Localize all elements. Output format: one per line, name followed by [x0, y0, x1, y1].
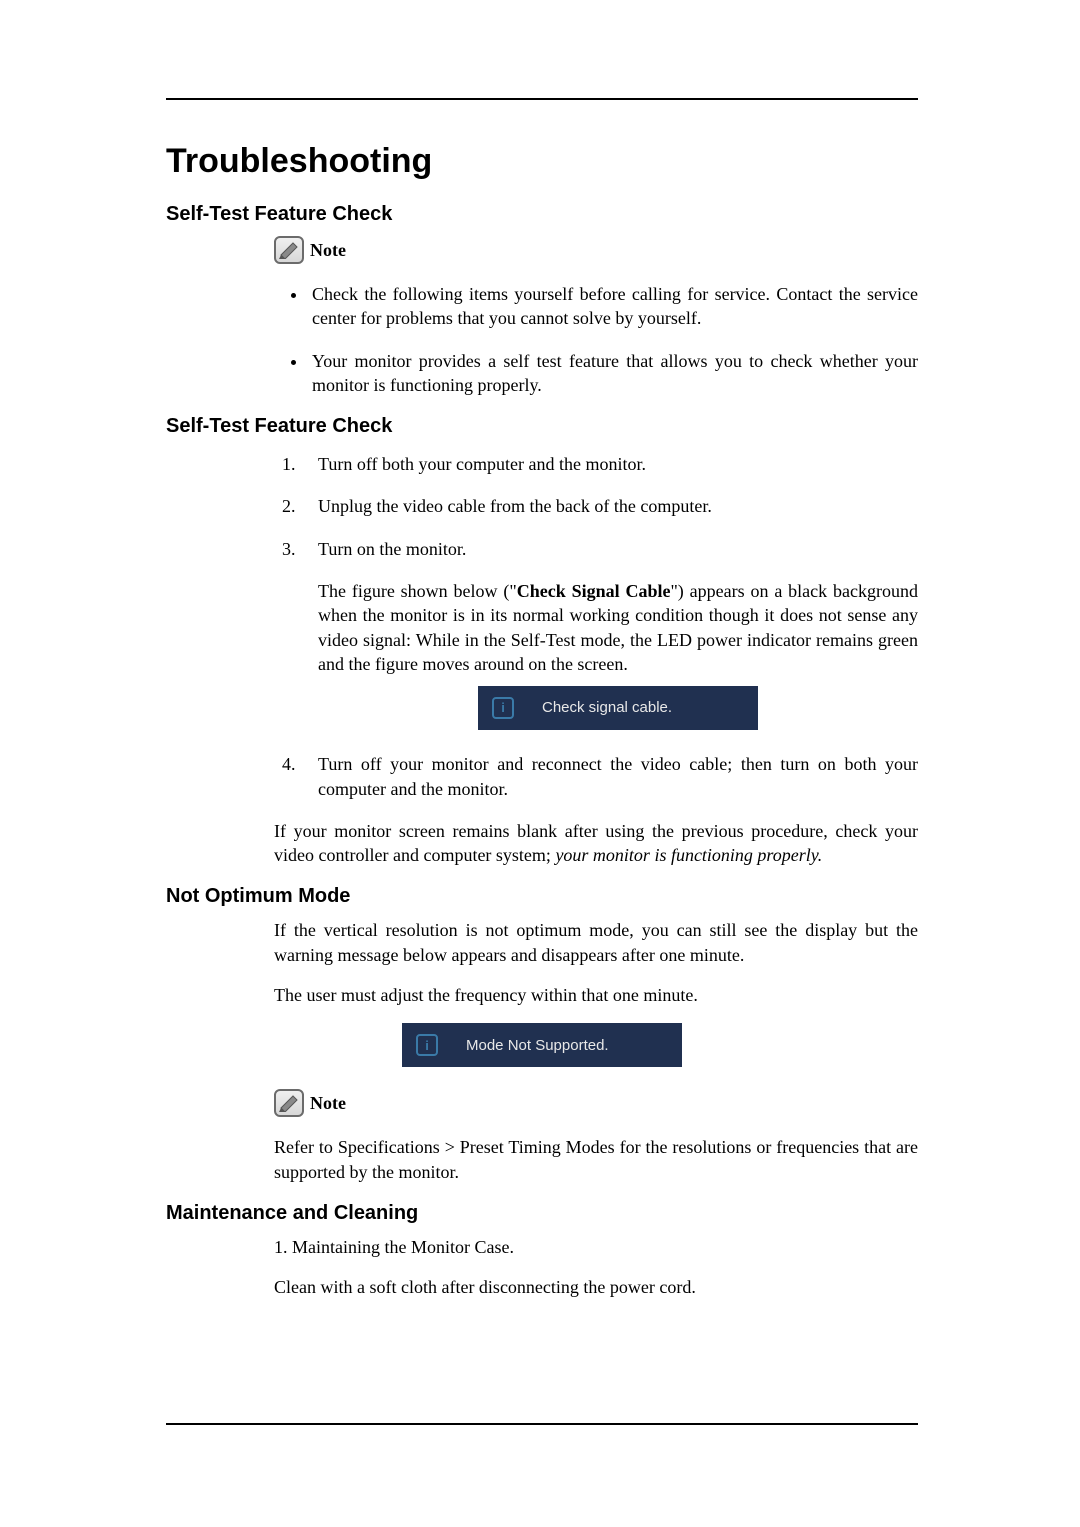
paragraph: Clean with a soft cloth after disconnect…: [274, 1275, 918, 1299]
section-heading-not-optimum: Not Optimum Mode: [166, 885, 918, 908]
step-text: Turn on the monitor.: [318, 537, 918, 561]
osd-text: Check signal cable.: [542, 698, 758, 718]
bullet-item: Check the following items yourself befor…: [308, 282, 918, 331]
note-callout: Note: [274, 236, 918, 264]
step-extra-text: The figure shown below ("Check Signal Ca…: [318, 579, 918, 676]
step-item: Turn off your monitor and reconnect the …: [300, 752, 918, 801]
paragraph: 1. Maintaining the Monitor Case.: [274, 1235, 918, 1259]
paragraph: If the vertical resolution is not optimu…: [274, 918, 918, 967]
osd-message-box: i Mode Not Supported.: [402, 1023, 682, 1067]
section-heading-maintenance: Maintenance and Cleaning: [166, 1202, 918, 1225]
note-icon: [274, 236, 304, 264]
italic-text: your monitor is functioning properly.: [555, 845, 822, 865]
step-text: Turn off both your computer and the moni…: [318, 452, 918, 476]
note-icon: [274, 1089, 304, 1117]
document-page: Troubleshooting Self-Test Feature Check …: [0, 0, 1080, 1300]
note-bullet-list: Check the following items yourself befor…: [166, 282, 918, 397]
info-icon: i: [416, 1034, 438, 1056]
section-heading-selftest-1: Self-Test Feature Check: [166, 203, 918, 226]
osd-text: Mode Not Supported.: [466, 1037, 682, 1054]
text-fragment: The figure shown below (": [318, 581, 517, 601]
bottom-rule: [166, 1423, 918, 1425]
step-text: Unplug the video cable from the back of …: [318, 494, 918, 518]
info-icon: i: [492, 697, 514, 719]
paragraph: If your monitor screen remains blank aft…: [274, 819, 918, 868]
section-heading-selftest-2: Self-Test Feature Check: [166, 415, 918, 438]
steps-list: Turn off both your computer and the moni…: [166, 452, 918, 801]
step-item: Turn on the monitor. The figure shown be…: [300, 537, 918, 730]
step-item: Turn off both your computer and the moni…: [300, 452, 918, 476]
paragraph: The user must adjust the frequency withi…: [274, 983, 918, 1007]
note-callout: Note: [274, 1089, 918, 1117]
bold-text: Check Signal Cable: [517, 581, 671, 601]
osd-message-box: i Check signal cable.: [478, 686, 758, 730]
step-item: Unplug the video cable from the back of …: [300, 494, 918, 518]
top-rule: [166, 98, 918, 100]
note-label: Note: [310, 240, 346, 261]
paragraph: Refer to Specifications > Preset Timing …: [274, 1135, 918, 1184]
bullet-item: Your monitor provides a self test featur…: [308, 349, 918, 398]
note-label: Note: [310, 1093, 346, 1114]
page-title: Troubleshooting: [166, 142, 918, 181]
step-text: Turn off your monitor and reconnect the …: [318, 752, 918, 801]
